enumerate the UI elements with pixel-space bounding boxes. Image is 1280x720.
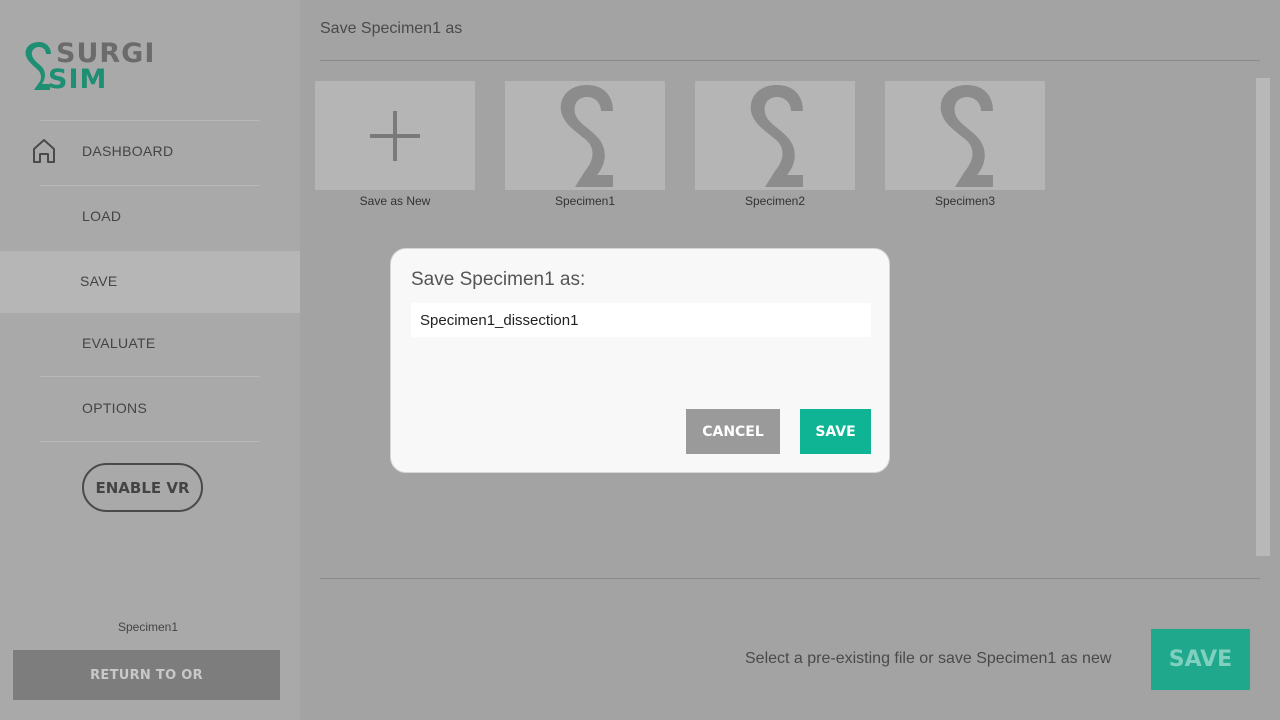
return-to-or-button[interactable]: RETURN TO OR — [13, 650, 280, 700]
file-tile-save-as-new[interactable]: Save as New — [315, 81, 475, 211]
sidebar-item-label: LOAD — [82, 208, 122, 224]
current-file-label: Specimen1 — [117, 620, 179, 634]
divider — [320, 60, 1260, 61]
surgisim-s-icon — [750, 85, 803, 187]
save-as-dialog: Save Specimen1 as: CANCEL SAVE — [390, 248, 890, 473]
page-title: Save Specimen1 as — [320, 20, 463, 37]
divider — [320, 578, 1260, 579]
surgisim-s-icon — [940, 85, 993, 187]
cancel-button[interactable]: CANCEL — [686, 409, 780, 454]
file-tile-label: Specimen1 — [554, 194, 616, 208]
file-thumbnail — [505, 81, 665, 190]
plus-icon — [370, 111, 420, 161]
sidebar-item-label: SAVE — [80, 273, 118, 289]
sidebar-item-label: DASHBOARD — [82, 143, 174, 159]
sidebar-item-load[interactable]: LOAD — [0, 186, 300, 248]
file-tile-specimen1[interactable]: Specimen1 — [505, 81, 665, 211]
file-tile-specimen2[interactable]: Specimen2 — [695, 81, 855, 211]
sidebar-item-label: OPTIONS — [82, 400, 148, 416]
sidebar: SURGI SIM DASHBOARD LOAD SAVE EVALUATE O… — [0, 0, 300, 720]
file-tile-label: Save as New — [359, 194, 431, 208]
home-icon — [33, 139, 55, 163]
enable-vr-button[interactable]: ENABLE VR — [82, 463, 203, 512]
file-tile-label: Specimen2 — [744, 194, 806, 208]
filename-input[interactable] — [411, 303, 871, 337]
scrollbar[interactable] — [1256, 78, 1270, 556]
sidebar-item-label: EVALUATE — [82, 335, 156, 351]
sidebar-item-dashboard[interactable]: DASHBOARD — [0, 121, 300, 183]
surgisim-s-icon — [560, 85, 613, 187]
nav-divider — [40, 376, 260, 377]
dialog-title: Save Specimen1 as: — [411, 269, 586, 290]
sidebar-item-evaluate[interactable]: EVALUATE — [0, 313, 300, 375]
file-tile-specimen3[interactable]: Specimen3 — [885, 81, 1045, 211]
sidebar-item-save[interactable]: SAVE — [0, 251, 300, 313]
logo-text-sim: SIM — [48, 64, 108, 95]
nav-divider — [40, 441, 260, 442]
file-thumbnail — [695, 81, 855, 190]
sidebar-item-options[interactable]: OPTIONS — [0, 378, 300, 440]
file-tile-label: Specimen3 — [934, 194, 996, 208]
hint-text: Select a pre-existing file or save Speci… — [745, 650, 1112, 667]
file-thumbnail — [315, 81, 475, 190]
save-button[interactable]: SAVE — [1151, 629, 1250, 690]
dialog-save-button[interactable]: SAVE — [800, 409, 871, 454]
file-thumbnail — [885, 81, 1045, 190]
logo: SURGI SIM — [24, 38, 154, 95]
